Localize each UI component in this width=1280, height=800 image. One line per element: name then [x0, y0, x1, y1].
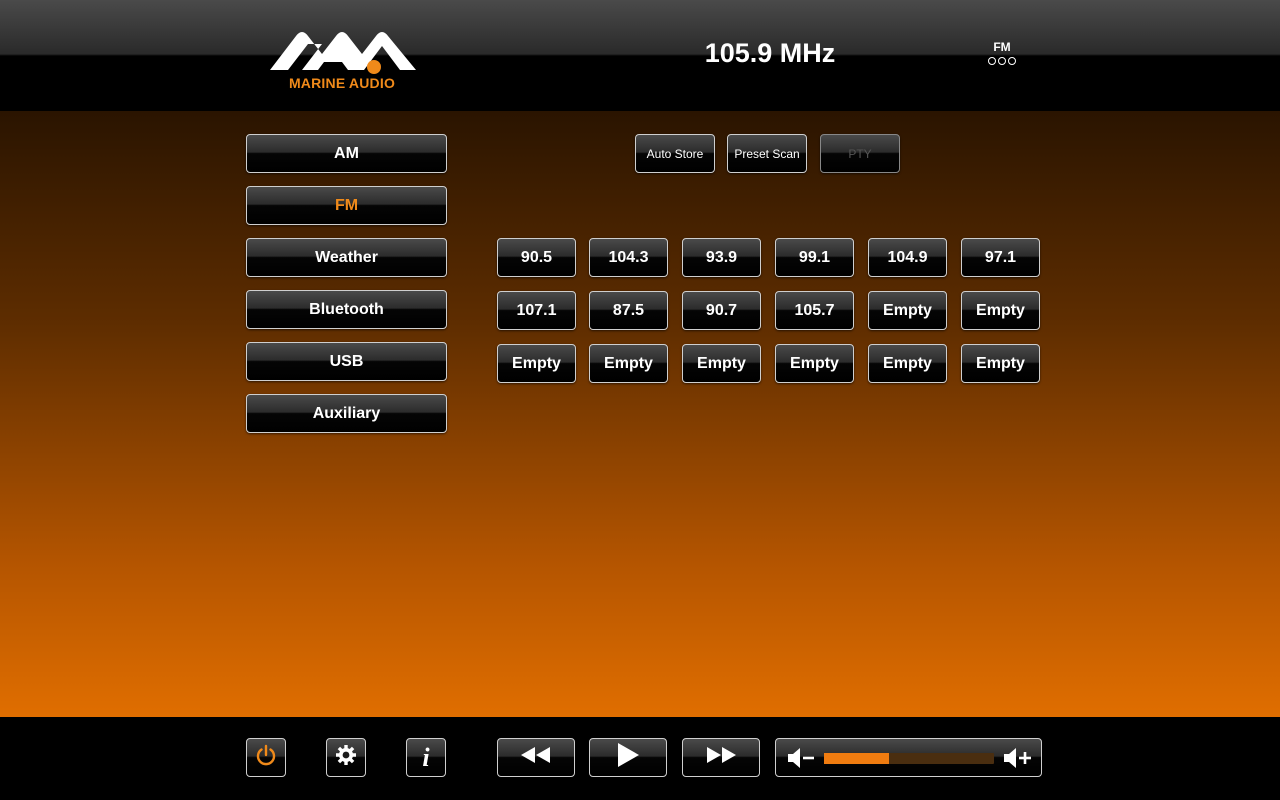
fast-forward-icon: [704, 746, 738, 769]
preset-button[interactable]: 90.5: [497, 238, 576, 277]
preset-button[interactable]: 97.1: [961, 238, 1040, 277]
band-indicator: FM: [980, 40, 1024, 65]
main-panel: AM FM Weather Bluetooth USB Auxiliary Au…: [0, 111, 1280, 717]
preset-button[interactable]: 104.9: [868, 238, 947, 277]
source-label: Auxiliary: [312, 404, 381, 422]
info-icon: i: [422, 742, 430, 772]
footer-bar: i: [0, 717, 1280, 800]
settings-button[interactable]: [326, 738, 366, 777]
preset-button[interactable]: Empty: [868, 344, 947, 383]
preset-button[interactable]: 87.5: [589, 291, 668, 330]
preset-button[interactable]: Empty: [868, 291, 947, 330]
pty-button[interactable]: PTY: [820, 134, 900, 173]
power-icon: [254, 743, 278, 772]
rewind-icon: [519, 746, 553, 769]
volume-level: [824, 753, 889, 764]
volume-control[interactable]: [775, 738, 1042, 777]
source-label: Weather: [315, 248, 378, 266]
source-label: FM: [334, 196, 359, 214]
gear-icon: [334, 743, 358, 772]
signal-dots: [980, 57, 1024, 65]
signal-dot: [998, 57, 1006, 65]
source-label: USB: [329, 352, 364, 370]
source-label: AM: [334, 144, 359, 162]
preset-button[interactable]: 107.1: [497, 291, 576, 330]
source-am-button[interactable]: AM: [246, 134, 447, 173]
source-usb-button[interactable]: USB: [246, 342, 447, 381]
marine-audio-logo: MARINE AUDIO: [264, 22, 420, 92]
preset-button[interactable]: 104.3: [589, 238, 668, 277]
frequency-display: 105.9 MHz: [704, 38, 836, 68]
preset-button[interactable]: 99.1: [775, 238, 854, 277]
preset-button[interactable]: Empty: [589, 344, 668, 383]
preset-button[interactable]: Empty: [775, 344, 854, 383]
preset-button[interactable]: 93.9: [682, 238, 761, 277]
info-button[interactable]: i: [406, 738, 446, 777]
play-icon: [615, 742, 641, 773]
preset-button[interactable]: Empty: [961, 344, 1040, 383]
preset-button[interactable]: Empty: [497, 344, 576, 383]
source-bluetooth-button[interactable]: Bluetooth: [246, 290, 447, 329]
preset-button[interactable]: 90.7: [682, 291, 761, 330]
source-label: Bluetooth: [309, 300, 384, 318]
signal-dot: [988, 57, 996, 65]
power-button[interactable]: [246, 738, 286, 777]
rewind-button[interactable]: [497, 738, 575, 777]
band-indicator-label: FM: [993, 40, 1011, 54]
source-fm-button[interactable]: FM: [246, 186, 447, 225]
fast-forward-button[interactable]: [682, 738, 760, 777]
source-weather-button[interactable]: Weather: [246, 238, 447, 277]
play-button[interactable]: [589, 738, 667, 777]
volume-down-icon[interactable]: [786, 746, 818, 775]
preset-button[interactable]: Empty: [961, 291, 1040, 330]
header-bar: MARINE AUDIO 105.9 MHz FM: [0, 0, 1280, 111]
preset-button[interactable]: Empty: [682, 344, 761, 383]
source-auxiliary-button[interactable]: Auxiliary: [246, 394, 447, 433]
auto-store-button[interactable]: Auto Store: [635, 134, 715, 173]
volume-slider[interactable]: [824, 753, 994, 764]
volume-up-icon[interactable]: [1002, 746, 1034, 775]
preset-scan-button[interactable]: Preset Scan: [727, 134, 807, 173]
preset-button[interactable]: 105.7: [775, 291, 854, 330]
signal-dot: [1008, 57, 1016, 65]
logo-text: MARINE AUDIO: [288, 75, 396, 91]
